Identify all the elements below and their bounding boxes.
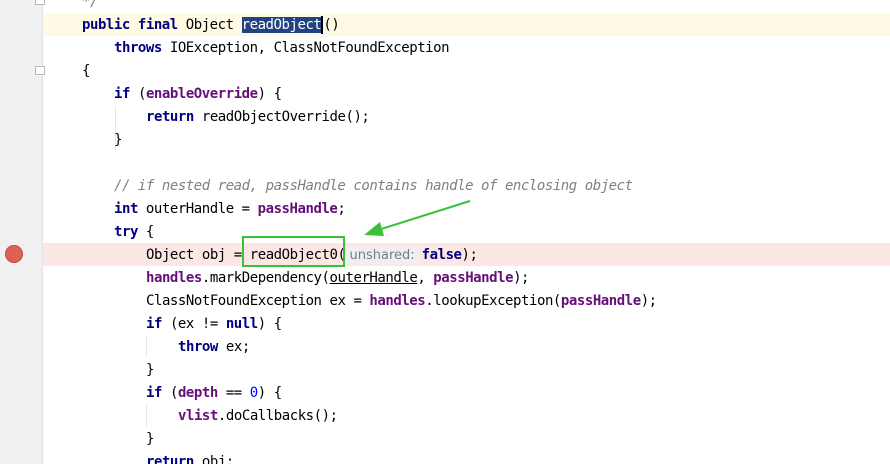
code-editor[interactable]: */public final Object readObject() throws… — [0, 0, 890, 464]
annotation-arrow-icon — [364, 200, 471, 236]
